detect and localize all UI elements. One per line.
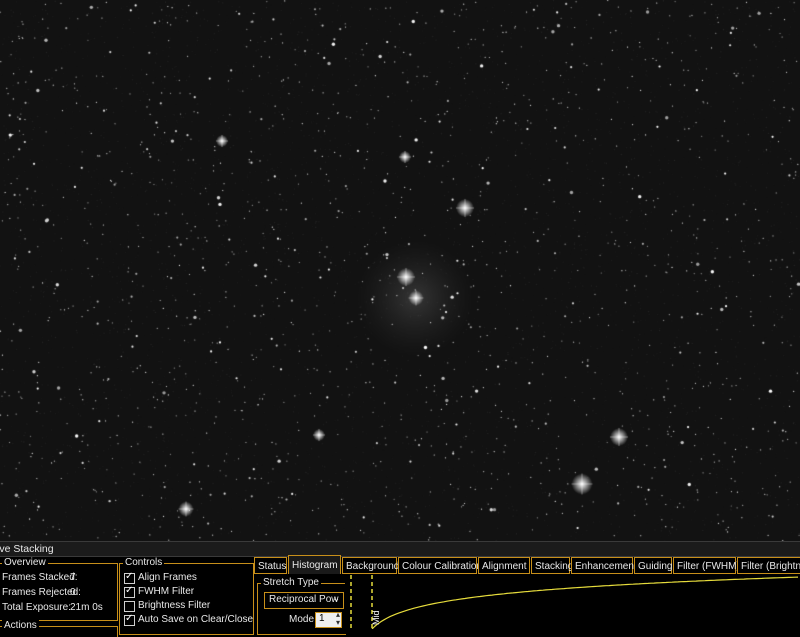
stacked-image-view[interactable]: [0, 0, 800, 541]
controls-group: Controls Align Frames FWHM Filter Brightne…: [119, 557, 254, 635]
mode-spinner[interactable]: 1 ▴ ▾: [315, 611, 342, 628]
mid-label: Mid: [371, 610, 381, 625]
controls-label: Controls: [123, 557, 165, 568]
live-stacking-panel: ive Stacking Overview Frames Stacked: 7 …: [0, 541, 800, 637]
stretch-type-group: Stretch Type Reciprocal Pow ⌄ Mode 1 ▴ ▾: [257, 577, 346, 635]
panel-title: ive Stacking: [0, 543, 54, 555]
frames-stacked-label: Frames Stacked:: [2, 572, 78, 583]
actions-group: Actions: [0, 620, 118, 637]
frames-rejected-value: 0: [70, 587, 76, 598]
overview-group: Overview Frames Stacked: 7 Frames Reject…: [0, 557, 118, 621]
overview-label: Overview: [2, 557, 48, 568]
tab-alignment[interactable]: Alignment: [478, 557, 530, 574]
tab-status[interactable]: Status: [254, 557, 287, 574]
checkbox[interactable]: [124, 601, 135, 612]
checkbox-label[interactable]: FWHM Filter: [138, 586, 194, 597]
histogram-chart[interactable]: Mid: [345, 575, 800, 630]
tab-guiding[interactable]: Guiding: [634, 557, 672, 574]
checkbox[interactable]: [124, 585, 135, 598]
chevron-down-icon: ⌄: [332, 593, 340, 603]
tab-enhancement[interactable]: Enhancement: [571, 557, 637, 574]
total-exposure-value: 21m 0s: [70, 602, 103, 613]
total-exposure-label: Total Exposure:: [2, 602, 71, 613]
stretch-curve: [371, 576, 799, 630]
frames-stacked-value: 7: [70, 572, 76, 583]
tab-filter-fwhm[interactable]: Filter (FWHM): [673, 557, 740, 574]
checkbox[interactable]: [124, 613, 135, 626]
checkbox-label[interactable]: Brightness Filter: [138, 600, 210, 611]
tab-histogram[interactable]: Histogram: [288, 555, 341, 574]
actions-label: Actions: [2, 620, 39, 631]
checkbox-label[interactable]: Align Frames: [138, 572, 197, 583]
mode-value: 1: [319, 613, 325, 624]
tab-stacking[interactable]: Stacking: [531, 557, 573, 574]
star-field-image: [0, 0, 800, 541]
checkbox-label[interactable]: Auto Save on Clear/Close: [138, 614, 253, 625]
checkbox[interactable]: [124, 571, 135, 584]
tab-filter-brightness[interactable]: Filter (Brightness: [737, 557, 800, 574]
stretch-type-label: Stretch Type: [261, 577, 321, 588]
panel-titlebar[interactable]: ive Stacking: [0, 541, 800, 557]
mode-label: Mode: [289, 614, 315, 625]
tab-background[interactable]: Background: [342, 557, 399, 574]
tab-colour-calibration[interactable]: Colour Calibration: [398, 557, 482, 574]
stretch-type-select[interactable]: Reciprocal Pow ⌄: [264, 592, 344, 609]
histogram-svg: Mid: [350, 575, 799, 630]
spinner-arrows-icon[interactable]: ▴ ▾: [336, 611, 340, 627]
stretch-type-value: Reciprocal Pow: [269, 594, 339, 605]
